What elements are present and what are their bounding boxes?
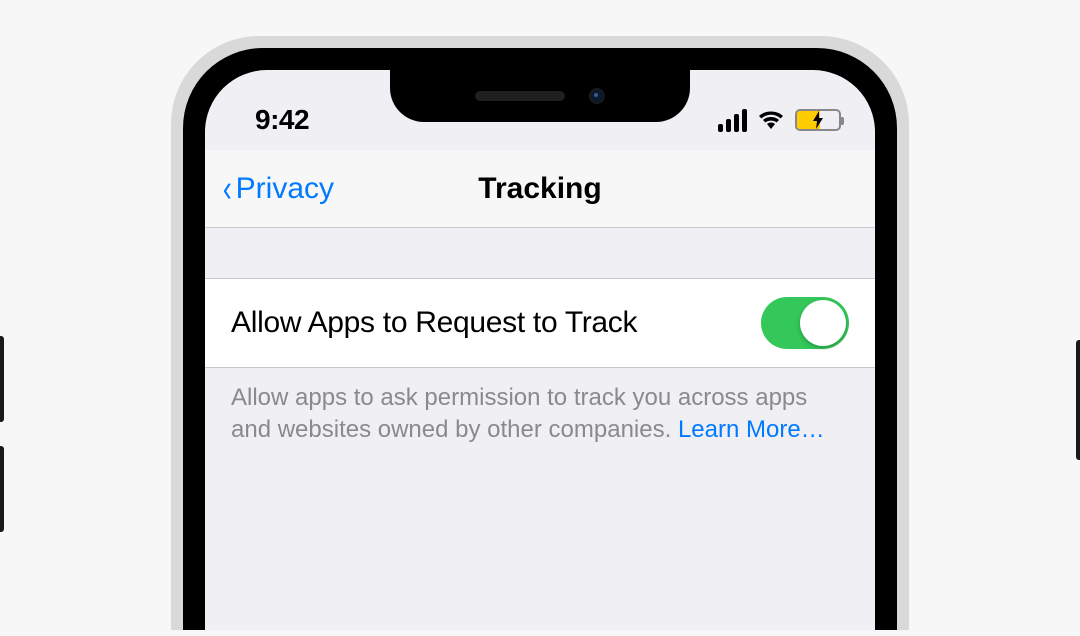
section-footer: Allow apps to ask permission to track yo…: [205, 368, 875, 461]
speaker-grill: [475, 91, 565, 101]
status-time: 9:42: [255, 104, 309, 136]
status-right-cluster: [718, 109, 841, 132]
device-frame: 9:42: [183, 48, 897, 630]
wifi-icon: [757, 109, 785, 131]
allow-tracking-request-row[interactable]: Allow Apps to Request to Track: [205, 278, 875, 368]
navigation-bar: ‹ Privacy Tracking: [205, 150, 875, 228]
volume-up-button: [0, 336, 4, 422]
device-notch: [390, 70, 690, 122]
back-button[interactable]: ‹ Privacy: [221, 170, 334, 208]
back-button-label: Privacy: [236, 172, 334, 206]
iphone-device-mockup: 9:42: [171, 36, 909, 630]
page-title: Tracking: [478, 172, 601, 206]
section-spacer: [205, 228, 875, 278]
toggle-knob: [800, 300, 846, 346]
volume-down-button: [0, 446, 4, 532]
front-camera: [589, 88, 605, 104]
allow-tracking-toggle[interactable]: [761, 297, 849, 349]
learn-more-link[interactable]: Learn More…: [678, 416, 825, 443]
battery-icon: [795, 109, 841, 131]
cellular-signal-icon: [718, 109, 747, 132]
chevron-left-icon: ‹: [223, 170, 232, 208]
device-screen: 9:42: [205, 70, 875, 630]
side-button: [1076, 340, 1080, 460]
row-label: Allow Apps to Request to Track: [231, 306, 637, 340]
device-bezel: 9:42: [171, 36, 909, 630]
